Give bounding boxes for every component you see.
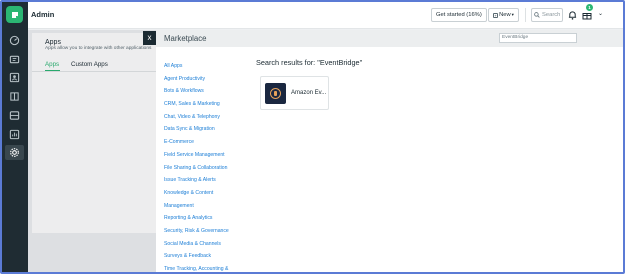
- category-item[interactable]: Knowledge & Content: [164, 187, 229, 200]
- marketplace-search-input[interactable]: EventBridge: [499, 33, 577, 43]
- header-search[interactable]: Search: [531, 8, 563, 22]
- more-icon[interactable]: ⌄: [598, 10, 603, 17]
- modal-title: Marketplace: [164, 34, 207, 43]
- category-item[interactable]: Management: [164, 200, 229, 213]
- plus-box-icon: +: [493, 12, 499, 18]
- category-item[interactable]: Social Media & Channels: [164, 238, 229, 251]
- app-result-name: Amazon Ev...: [291, 90, 327, 96]
- category-item[interactable]: Agent Productivity: [164, 73, 229, 86]
- header-divider: [525, 8, 526, 22]
- left-nav-rail: [2, 2, 28, 272]
- header-search-label: Search: [542, 12, 561, 18]
- category-item[interactable]: Bots & Workflows: [164, 85, 229, 98]
- marketplace-modal: Marketplace EventBridge All Apps Agent P…: [156, 30, 623, 272]
- logo-icon[interactable]: [6, 6, 23, 23]
- page-title: Admin: [31, 10, 55, 19]
- notification-badge: 1: [586, 4, 593, 11]
- category-item[interactable]: Issue Tracking & Alerts: [164, 174, 229, 187]
- modal-header: Marketplace EventBridge: [156, 30, 623, 47]
- new-button[interactable]: + New ▾: [488, 8, 519, 22]
- chevron-down-icon: ▾: [511, 12, 514, 17]
- bell-icon[interactable]: [568, 10, 577, 20]
- category-item[interactable]: Security, Risk & Governance: [164, 225, 229, 238]
- tickets-icon[interactable]: [8, 53, 21, 66]
- category-item[interactable]: Chat, Video & Telephony: [164, 111, 229, 124]
- admin-gear-icon[interactable]: [5, 145, 24, 160]
- category-item[interactable]: All Apps: [164, 60, 229, 73]
- amazon-eventbridge-logo-icon: [265, 83, 286, 104]
- search-icon: [534, 12, 540, 18]
- gift-icon[interactable]: [582, 10, 592, 20]
- category-item[interactable]: CRM, Sales & Marketing: [164, 98, 229, 111]
- close-modal-button[interactable]: x: [143, 31, 156, 45]
- category-list: All Apps Agent Productivity Bots & Workf…: [164, 60, 229, 272]
- contacts-icon[interactable]: [8, 71, 21, 84]
- category-item[interactable]: File Sharing & Collaboration: [164, 162, 229, 175]
- dashboard-icon[interactable]: [8, 34, 21, 47]
- knowledge-base-icon[interactable]: [8, 90, 21, 103]
- get-started-button[interactable]: Get started (16%): [431, 8, 487, 22]
- search-results-title: Search results for: "EventBridge": [256, 58, 363, 67]
- category-item[interactable]: Data Sync & Migration: [164, 123, 229, 136]
- app-result-card[interactable]: Amazon Ev...: [260, 76, 329, 110]
- new-button-label: New: [499, 12, 511, 18]
- category-item[interactable]: Reporting & Analytics: [164, 212, 229, 225]
- app-window: Admin Get started (16%) + New ▾ Search 1…: [0, 0, 625, 274]
- category-item[interactable]: Surveys & Feedback: [164, 250, 229, 263]
- inbox-icon[interactable]: [8, 109, 21, 122]
- reports-icon[interactable]: [8, 128, 21, 141]
- category-item[interactable]: Time Tracking, Accounting &: [164, 263, 229, 272]
- category-item[interactable]: E-Commerce: [164, 136, 229, 149]
- category-item[interactable]: Field Service Management: [164, 149, 229, 162]
